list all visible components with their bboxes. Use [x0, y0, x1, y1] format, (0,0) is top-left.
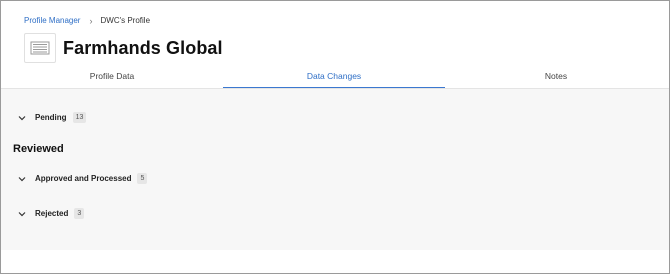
section-label-rejected: Rejected [35, 209, 69, 218]
count-badge-rejected: 3 [74, 208, 85, 219]
reviewed-heading: Reviewed [13, 143, 64, 155]
tab-profile-data[interactable]: Profile Data [1, 66, 223, 89]
tab-notes[interactable]: Notes [445, 66, 667, 89]
chevron-down-icon [18, 176, 26, 181]
tab-bar: Profile Data Data Changes Notes [1, 66, 669, 89]
data-changes-panel: Pending 13 Reviewed Approved and Process… [1, 89, 669, 250]
chevron-down-icon [18, 211, 26, 216]
count-badge-approved: 5 [137, 173, 148, 184]
section-pending-toggle[interactable]: Pending 13 [17, 112, 87, 123]
section-approved-toggle[interactable]: Approved and Processed 5 [17, 173, 148, 184]
breadcrumb-link-profile-manager[interactable]: Profile Manager [24, 16, 80, 25]
profile-header: Farmhands Global [24, 33, 223, 63]
page-title: Farmhands Global [63, 37, 223, 58]
building-icon [30, 41, 50, 55]
company-logo [24, 33, 56, 63]
app-window: Profile Manager › DWC's Profile Farmhand… [0, 0, 670, 274]
tab-data-changes[interactable]: Data Changes [223, 66, 445, 89]
footer-area [1, 250, 669, 273]
breadcrumb-separator: › [89, 15, 93, 26]
section-rejected-toggle[interactable]: Rejected 3 [17, 208, 85, 219]
section-label-pending: Pending [35, 113, 67, 122]
count-badge-pending: 13 [72, 112, 87, 123]
breadcrumb: Profile Manager › DWC's Profile [24, 16, 150, 25]
breadcrumb-current: DWC's Profile [100, 16, 151, 25]
section-label-approved: Approved and Processed [35, 174, 132, 183]
chevron-down-icon [18, 115, 26, 120]
